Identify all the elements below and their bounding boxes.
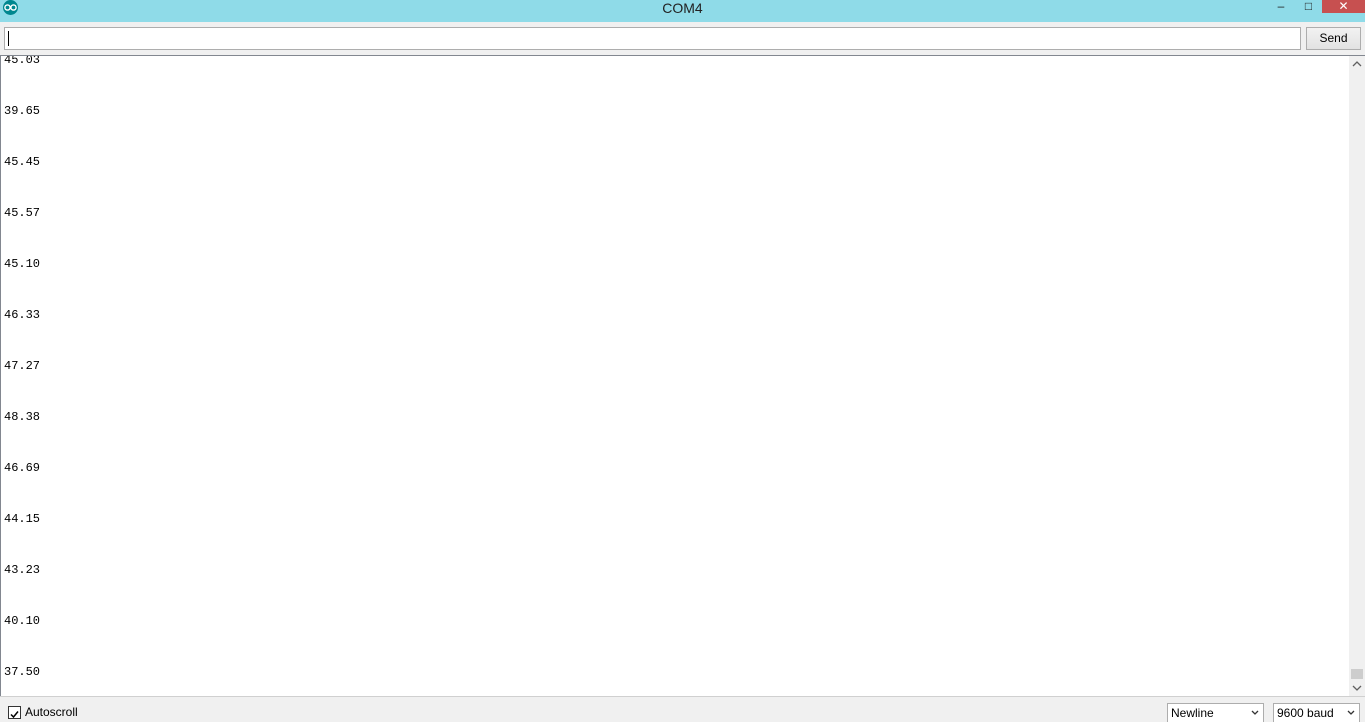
window-title: COM4 — [662, 0, 703, 16]
title-bar: COM4 – □ ✕ — [0, 0, 1365, 22]
output-line: 45.10 — [4, 257, 41, 271]
baud-rate-select[interactable]: 9600 baud — [1273, 703, 1360, 722]
send-bar: Send — [0, 22, 1365, 55]
scroll-thumb[interactable] — [1351, 669, 1363, 679]
checkmark-icon — [10, 711, 19, 719]
chevron-down-icon — [1345, 704, 1357, 722]
vertical-scrollbar[interactable] — [1349, 55, 1365, 696]
send-button[interactable]: Send — [1306, 27, 1361, 50]
autoscroll-checkbox[interactable] — [8, 706, 21, 719]
output-line: 45.57 — [4, 206, 41, 220]
output-line: 45.03 — [4, 55, 41, 67]
maximize-button[interactable]: □ — [1295, 0, 1322, 14]
chevron-up-icon[interactable] — [1349, 56, 1365, 72]
minimize-button[interactable]: – — [1267, 0, 1295, 14]
output-line: 39.65 — [4, 104, 41, 118]
chevron-down-icon — [1249, 704, 1261, 722]
output-line: 40.10 — [4, 614, 41, 628]
output-line: 48.38 — [4, 410, 41, 424]
output-line: 44.15 — [4, 512, 41, 526]
status-bar: Autoscroll Newline 9600 baud — [0, 696, 1365, 722]
line-ending-select[interactable]: Newline — [1167, 703, 1264, 722]
chevron-down-icon[interactable] — [1349, 680, 1365, 696]
output-line: 46.33 — [4, 308, 41, 322]
output-line: 47.27 — [4, 359, 41, 373]
output-line: 37.50 — [4, 665, 41, 679]
baud-rate-value: 9600 baud — [1277, 706, 1334, 720]
output-line: 45.45 — [4, 155, 41, 169]
close-button[interactable]: ✕ — [1322, 0, 1365, 13]
autoscroll-label: Autoscroll — [25, 705, 78, 719]
serial-output[interactable]: 45.03 39.65 45.45 45.57 45.10 46.33 47.2… — [0, 55, 1349, 696]
output-line: 46.69 — [4, 461, 41, 475]
serial-input[interactable] — [4, 27, 1301, 50]
line-ending-value: Newline — [1171, 706, 1214, 720]
output-line: 43.23 — [4, 563, 41, 577]
text-caret — [8, 31, 9, 46]
